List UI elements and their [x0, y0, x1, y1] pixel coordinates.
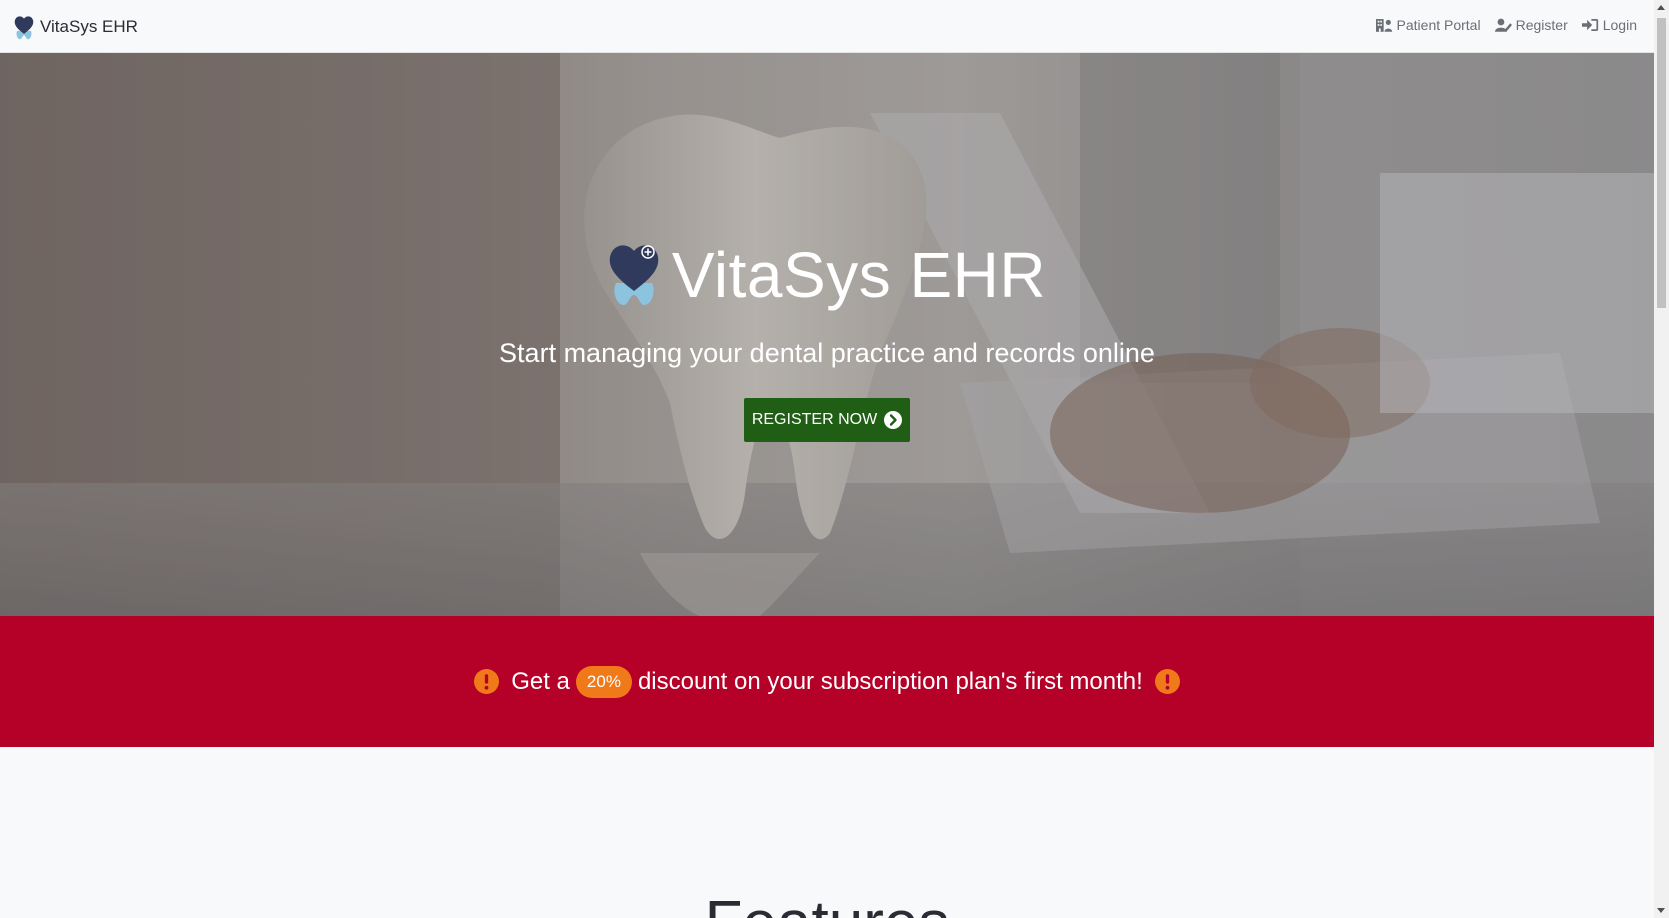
- brand-link[interactable]: VitaSys EHR: [14, 14, 138, 40]
- scroll-down-arrow-icon[interactable]: [1657, 908, 1665, 913]
- exclamation-circle-icon: [474, 669, 500, 694]
- nav-link-patient-portal[interactable]: Patient Portal: [1375, 17, 1481, 33]
- page: VitaSys EHR Patient Portal Register Logi…: [0, 0, 1669, 918]
- discount-promo-banner: Get a 20% discount on your subscription …: [0, 616, 1654, 747]
- nav-link-label: Login: [1602, 17, 1637, 33]
- scroll-up-arrow-icon[interactable]: [1657, 5, 1665, 10]
- circle-chevron-right-icon: [884, 411, 903, 429]
- nav-link-register[interactable]: Register: [1494, 17, 1568, 33]
- user-pen-icon: [1494, 18, 1512, 32]
- exclamation-circle-icon: [1154, 669, 1180, 694]
- sign-in-icon: [1581, 19, 1598, 31]
- top-navbar: VitaSys EHR Patient Portal Register Logi…: [0, 0, 1654, 53]
- hospital-user-icon: [1375, 19, 1392, 32]
- nav-links: Patient Portal Register Login: [1362, 17, 1637, 33]
- promo-suffix: discount on your subscription plan's fir…: [637, 667, 1143, 695]
- features-heading: Features: [0, 888, 1654, 918]
- hero-subtitle: Start managing your dental practice and …: [499, 338, 1155, 368]
- promo-prefix: Get a: [511, 667, 570, 695]
- hero-section: VitaSys EHR Start managing your dental p…: [0, 53, 1654, 616]
- tooth-heart-logo-icon: [609, 245, 659, 305]
- nav-link-login[interactable]: Login: [1581, 17, 1637, 33]
- brand-name: VitaSys EHR: [40, 17, 138, 36]
- tooth-heart-logo-icon: [14, 16, 34, 40]
- hero-overlay: [0, 53, 1654, 616]
- page-scrollbar[interactable]: [1654, 0, 1669, 918]
- hero-title: VitaSys EHR: [671, 239, 1047, 311]
- nav-link-label: Register: [1515, 17, 1568, 33]
- scroll-thumb[interactable]: [1657, 18, 1666, 308]
- register-now-button[interactable]: REGISTER NOW: [744, 398, 910, 442]
- nav-link-label: Patient Portal: [1396, 17, 1481, 33]
- hero-title-row: VitaSys EHR: [0, 243, 1654, 307]
- register-now-label: REGISTER NOW: [751, 411, 878, 428]
- discount-badge: 20%: [575, 665, 632, 698]
